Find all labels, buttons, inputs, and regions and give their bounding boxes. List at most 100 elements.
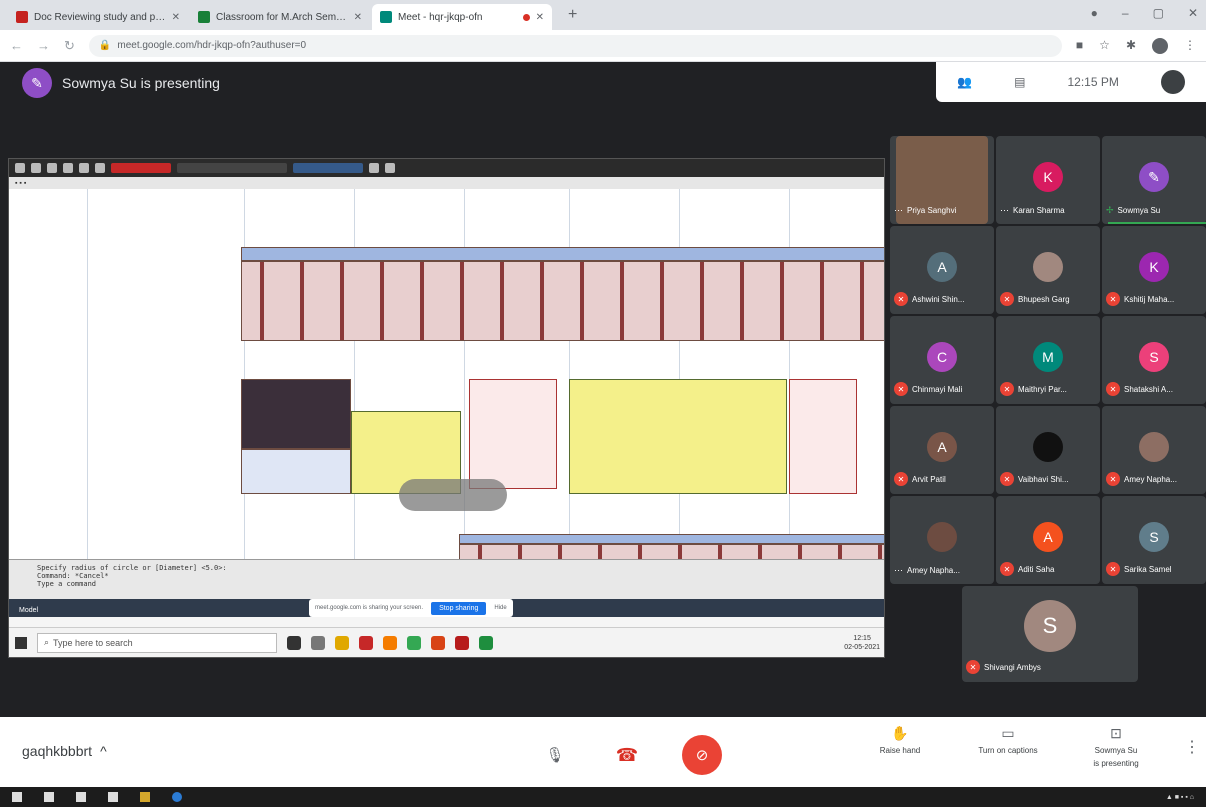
- participant-tile[interactable]: S ✕ Shivangi Ambys: [962, 586, 1138, 682]
- hang-up-button[interactable]: ☎: [610, 738, 644, 772]
- presenter-avatar: ✎: [22, 68, 52, 98]
- model-tab[interactable]: Model: [9, 607, 38, 614]
- participant-tile[interactable]: S ✕ Shatakshi A...: [1102, 316, 1206, 404]
- participant-name: Shivangi Ambys: [984, 662, 1041, 672]
- more-icon[interactable]: ⋯: [894, 205, 903, 216]
- presenting-line-1: Sowmya Su: [1094, 746, 1138, 755]
- edge-icon[interactable]: [108, 792, 118, 802]
- gmail-icon: [16, 11, 28, 23]
- excel-icon[interactable]: [479, 635, 493, 650]
- participant-tile[interactable]: ✕ Vaibhavi Shi...: [996, 406, 1100, 494]
- close-icon[interactable]: ✕: [354, 12, 362, 23]
- file-explorer-icon[interactable]: [140, 792, 150, 802]
- participant-tile[interactable]: ✎ ✢ Sowmya Su: [1102, 136, 1206, 224]
- participant-name-row: ✕ Shivangi Ambys: [966, 660, 1136, 674]
- raise-hand-button[interactable]: ✋ Raise hand: [860, 725, 940, 768]
- save-icon[interactable]: [63, 163, 73, 173]
- browser-tab-3[interactable]: Meet - hqr-jkqp-ofn ✕: [372, 4, 552, 30]
- command-line[interactable]: Specify radius of circle or [Diameter] <…: [9, 559, 884, 599]
- search-icon[interactable]: [44, 792, 54, 802]
- forward-icon[interactable]: →: [37, 38, 50, 53]
- cortana-icon[interactable]: [287, 635, 301, 650]
- task-view-icon[interactable]: [311, 635, 325, 650]
- stop-sharing-button[interactable]: Stop sharing: [431, 601, 487, 615]
- undo-icon[interactable]: [95, 163, 105, 173]
- participant-name: Priya Sanghvi: [907, 206, 957, 215]
- file-explorer-icon[interactable]: [335, 635, 349, 650]
- minimize-icon[interactable]: –: [1122, 6, 1129, 20]
- help-icon[interactable]: [385, 163, 395, 173]
- maximize-icon[interactable]: ▢: [1153, 6, 1164, 20]
- app-icon[interactable]: [383, 635, 397, 650]
- profile-icon[interactable]: ●: [1091, 6, 1098, 20]
- new-tab-button[interactable]: +: [568, 6, 577, 24]
- chrome-icon[interactable]: [407, 635, 421, 650]
- workspace-dropdown[interactable]: [111, 163, 171, 173]
- windows-start-icon[interactable]: [12, 792, 22, 802]
- presenting-button[interactable]: ⊡ Sowmya Su is presenting: [1076, 725, 1156, 768]
- close-icon[interactable]: ✕: [536, 12, 544, 23]
- taskbar-clock: 12:15 02-05-2021: [844, 634, 880, 652]
- grid-line: [789, 189, 790, 559]
- cmd-line-1: Specify radius of circle or [Diameter] <…: [37, 564, 227, 572]
- autocad-icon[interactable]: [359, 635, 373, 650]
- camera-icon[interactable]: ■: [1076, 38, 1083, 54]
- new-icon[interactable]: [31, 163, 41, 173]
- captions-button[interactable]: ▭ Turn on captions: [968, 725, 1048, 768]
- open-icon[interactable]: [47, 163, 57, 173]
- sign-in-icon[interactable]: [369, 163, 379, 173]
- drawing-tab[interactable]: ▪ ▪ ▪: [9, 177, 884, 189]
- participant-tile[interactable]: S ✕ Sarika Samel: [1102, 496, 1206, 584]
- browser-tab-2[interactable]: Classroom for M.Arch Semester ✕: [190, 4, 370, 30]
- participant-tile[interactable]: C ✕ Chinmayi Mali: [890, 316, 994, 404]
- close-window-icon[interactable]: ✕: [1188, 6, 1198, 20]
- self-avatar[interactable]: [1160, 70, 1185, 94]
- participant-tile[interactable]: ✕ Bhupesh Garg: [996, 226, 1100, 314]
- hide-button[interactable]: Hide: [494, 605, 506, 611]
- camera-off-button[interactable]: ⊘: [682, 735, 722, 775]
- participant-tile[interactable]: ⋯ Priya Sanghvi: [890, 136, 994, 224]
- browser-tab-1[interactable]: Doc Reviewing study and papers ✕: [8, 4, 188, 30]
- print-icon[interactable]: [79, 163, 89, 173]
- windows-start-icon[interactable]: [15, 636, 27, 649]
- participant-tile[interactable]: A ✕ Ashwini Shin...: [890, 226, 994, 314]
- meeting-details[interactable]: gaqhkbbbrt ^: [22, 743, 107, 759]
- participant-tile[interactable]: ✕ Amey Napha...: [1102, 406, 1206, 494]
- chat-icon[interactable]: ▤: [1014, 75, 1025, 89]
- participant-name-row: ✕ Kshitij Maha...: [1106, 292, 1204, 306]
- participant-tile[interactable]: ⋯ Amey Napha...: [890, 496, 994, 584]
- floor-plan-canvas[interactable]: [9, 189, 884, 584]
- microphone-button[interactable]: 🎙: [538, 738, 572, 772]
- participant-name-row: ✕ Ashwini Shin...: [894, 292, 992, 306]
- participant-tile[interactable]: M ✕ Maithryi Par...: [996, 316, 1100, 404]
- app-icon[interactable]: [431, 635, 445, 650]
- back-icon[interactable]: ←: [10, 38, 23, 53]
- present-icon: ⊡: [1110, 725, 1122, 741]
- participant-tile[interactable]: A ✕ Aditi Saha: [996, 496, 1100, 584]
- more-icon[interactable]: ⋯: [1000, 205, 1009, 216]
- more-icon[interactable]: ⋯: [894, 565, 903, 576]
- menu-icon[interactable]: ⋮: [1184, 38, 1196, 54]
- participant-name: Amey Napha...: [907, 566, 960, 575]
- extension-icon[interactable]: ✱: [1126, 38, 1136, 54]
- taskbar-search[interactable]: ⌕ Type here to search: [37, 632, 277, 653]
- reload-icon[interactable]: ↻: [64, 38, 75, 54]
- participant-tile[interactable]: K ✕ Kshitij Maha...: [1102, 226, 1206, 314]
- app-icon[interactable]: [455, 635, 469, 650]
- star-icon[interactable]: ☆: [1099, 38, 1110, 54]
- profile-avatar[interactable]: [1152, 37, 1168, 54]
- participant-name-row: ✕ Aditi Saha: [1000, 562, 1098, 576]
- participant-tile[interactable]: A ✕ Arvit Patil: [890, 406, 994, 494]
- shared-screen[interactable]: ▪ ▪ ▪ Specify radius of circle or [Diame…: [8, 158, 885, 658]
- chrome-icon[interactable]: [172, 792, 182, 802]
- grid-line: [679, 189, 680, 559]
- floating-share-controls[interactable]: [399, 479, 507, 511]
- system-tray[interactable]: ▲ ■ ▪ ▪ ⌂: [1166, 794, 1194, 801]
- more-options-icon[interactable]: ⋮: [1184, 737, 1200, 757]
- people-icon[interactable]: 👥: [957, 75, 972, 89]
- task-view-icon[interactable]: [76, 792, 86, 802]
- close-icon[interactable]: ✕: [172, 12, 180, 23]
- participant-tile[interactable]: K ⋯ Karan Sharma: [996, 136, 1100, 224]
- cad-search-field[interactable]: [293, 163, 363, 173]
- address-bar[interactable]: 🔒 meet.google.com/hdr-jkqp-ofn?authuser=…: [88, 34, 1062, 57]
